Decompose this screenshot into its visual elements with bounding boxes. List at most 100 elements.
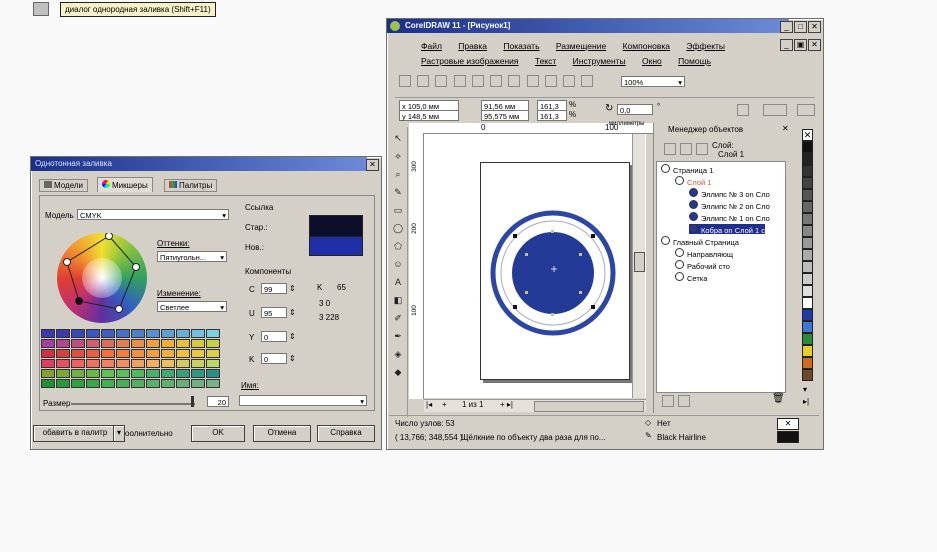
open-icon[interactable] xyxy=(417,75,430,87)
undo-icon[interactable] xyxy=(526,75,539,87)
palette-end-icon[interactable]: ▸| xyxy=(803,397,809,406)
next-page-icon[interactable]: + ▸| xyxy=(500,400,513,409)
palette-swatch[interactable] xyxy=(802,333,813,345)
color-swatch[interactable] xyxy=(41,369,55,378)
menu-arrange[interactable]: Компоновка xyxy=(623,41,670,51)
color-swatch[interactable] xyxy=(56,379,70,388)
color-swatch[interactable] xyxy=(86,339,100,348)
line-style-icon[interactable] xyxy=(797,104,815,116)
save-icon[interactable] xyxy=(435,75,448,87)
color-swatch[interactable] xyxy=(131,359,145,368)
docker-close-icon[interactable]: ✕ xyxy=(782,124,789,133)
color-swatch[interactable] xyxy=(56,349,70,358)
mirror-icon[interactable] xyxy=(737,104,749,116)
color-swatch[interactable] xyxy=(71,379,85,388)
angle-field[interactable]: 0,0 xyxy=(617,104,653,115)
color-swatch[interactable] xyxy=(86,329,100,338)
color-swatch[interactable] xyxy=(116,329,130,338)
color-swatch[interactable] xyxy=(131,329,145,338)
color-swatch[interactable] xyxy=(146,379,160,388)
options-label[interactable]: оолнительно xyxy=(125,429,173,438)
shape-tool-icon[interactable]: ⟡ xyxy=(391,149,405,163)
color-swatch[interactable] xyxy=(101,379,115,388)
color-swatch[interactable] xyxy=(41,339,55,348)
tree-item[interactable]: Эллипс № 3 on Сло xyxy=(689,188,770,199)
palette-swatch[interactable] xyxy=(802,357,813,369)
color-swatch[interactable] xyxy=(206,329,220,338)
vertical-scroll-thumb[interactable] xyxy=(634,252,645,272)
color-swatch[interactable] xyxy=(41,349,55,358)
palette-swatch[interactable] xyxy=(802,177,813,189)
color-swatch-grid[interactable] xyxy=(41,329,231,389)
zoom-tool-icon[interactable]: ⌕ xyxy=(391,167,405,181)
interactive-fill-icon[interactable]: ◆ xyxy=(391,365,405,379)
height-field[interactable]: 95,575 мм xyxy=(481,110,529,121)
basic-shapes-icon[interactable]: ☺ xyxy=(391,257,405,271)
color-swatch[interactable] xyxy=(191,339,205,348)
tree-item[interactable]: Эллипс № 1 on Сло xyxy=(689,212,770,223)
tree-item[interactable]: Направляющ xyxy=(675,248,733,259)
menu-layout[interactable]: Размещение xyxy=(556,41,606,51)
drawing-canvas[interactable] xyxy=(424,134,646,398)
tab-models[interactable]: Модели xyxy=(39,179,89,192)
first-page-icon[interactable]: |◂ xyxy=(426,400,432,409)
color-swatch[interactable] xyxy=(161,369,175,378)
color-swatch[interactable] xyxy=(116,349,130,358)
import-icon[interactable] xyxy=(563,75,576,87)
export-icon[interactable] xyxy=(581,75,594,87)
color-swatch[interactable] xyxy=(116,339,130,348)
color-swatch[interactable] xyxy=(206,379,220,388)
doc-restore-button[interactable]: ▣ xyxy=(794,39,807,51)
outline-tool-icon[interactable]: ✒ xyxy=(391,329,405,343)
copy-icon[interactable] xyxy=(490,75,503,87)
close-button[interactable]: ✕ xyxy=(808,21,821,33)
color-swatch[interactable] xyxy=(131,379,145,388)
print-icon[interactable] xyxy=(453,75,466,87)
freehand-tool-icon[interactable]: ✎ xyxy=(391,185,405,199)
size-input[interactable]: 20 xyxy=(207,396,229,407)
spin-icon[interactable]: ⇕ xyxy=(289,284,296,293)
palette-swatch[interactable] xyxy=(802,213,813,225)
tree-item[interactable]: Слой 1 xyxy=(675,176,712,187)
tree-item[interactable]: Главный Страница xyxy=(661,236,739,247)
layer-manager-icon[interactable] xyxy=(696,143,708,155)
restore-button[interactable]: □ xyxy=(794,21,807,33)
color-swatch[interactable] xyxy=(71,329,85,338)
menu-effects[interactable]: Эффекты xyxy=(686,41,725,51)
color-swatch[interactable] xyxy=(71,339,85,348)
component-k-input[interactable]: 0 xyxy=(261,353,287,364)
add-to-palette-dropdown[interactable]: ▾ xyxy=(113,425,125,442)
color-swatch[interactable] xyxy=(206,359,220,368)
tree-item[interactable]: Сетка xyxy=(675,272,707,283)
redo-icon[interactable] xyxy=(544,75,557,87)
palette-swatch[interactable] xyxy=(802,321,813,333)
palette-swatch[interactable] xyxy=(802,297,813,309)
position-y-field[interactable]: y 148,5 мм xyxy=(399,110,459,121)
component-c-input[interactable]: 99 xyxy=(261,283,287,294)
color-swatch[interactable] xyxy=(206,349,220,358)
cut-icon[interactable] xyxy=(471,75,484,87)
dialog-close-button[interactable]: ✕ xyxy=(366,159,379,171)
color-swatch[interactable] xyxy=(71,369,85,378)
rectangle-tool-icon[interactable]: ▭ xyxy=(391,203,405,217)
color-swatch[interactable] xyxy=(191,369,205,378)
show-properties-icon[interactable] xyxy=(664,143,676,155)
color-wheel[interactable] xyxy=(57,233,147,323)
tab-palettes[interactable]: Палитры xyxy=(164,179,218,192)
vertical-scrollbar[interactable] xyxy=(632,134,645,398)
color-swatch[interactable] xyxy=(176,339,190,348)
color-swatch[interactable] xyxy=(131,339,145,348)
menu-text[interactable]: Текст xyxy=(535,56,556,66)
color-swatch[interactable] xyxy=(86,379,100,388)
color-swatch[interactable] xyxy=(56,339,70,348)
size-slider[interactable] xyxy=(71,403,195,405)
prev-page-icon[interactable]: + xyxy=(442,400,447,409)
color-swatch[interactable] xyxy=(101,369,115,378)
color-swatch[interactable] xyxy=(176,369,190,378)
color-swatch[interactable] xyxy=(191,379,205,388)
color-swatch[interactable] xyxy=(161,329,175,338)
color-swatch[interactable] xyxy=(71,349,85,358)
palette-swatch[interactable] xyxy=(802,237,813,249)
object-tree[interactable]: Страница 1 Слой 1 Эллипс № 3 on Сло Эллипс … xyxy=(656,161,786,393)
change-select[interactable]: Светлее ▾ xyxy=(157,301,227,312)
